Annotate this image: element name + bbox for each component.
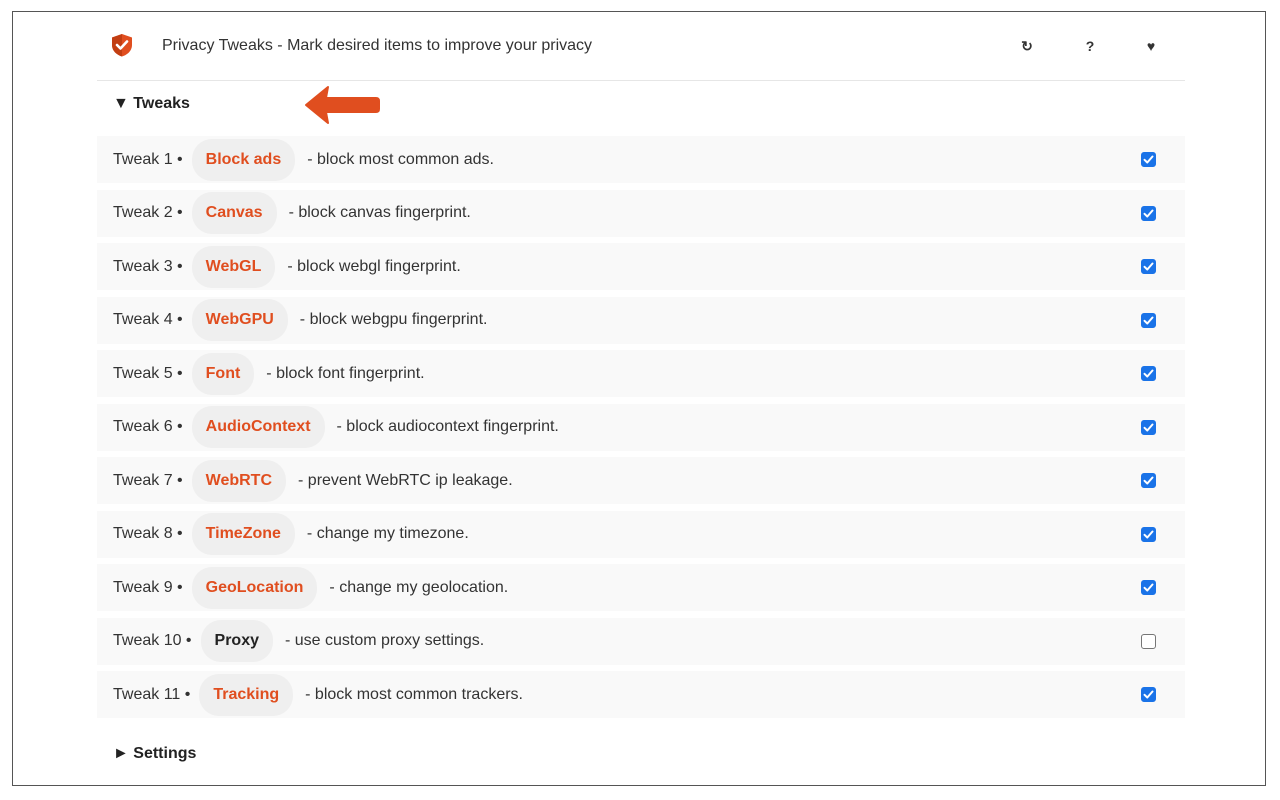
checkmark-icon	[1143, 262, 1154, 271]
help-icon[interactable]: ?	[1080, 36, 1100, 56]
tweak-number: Tweak 9 •	[113, 578, 183, 596]
reload-icon[interactable]: ↻	[1017, 36, 1037, 56]
checkmark-icon	[1143, 530, 1154, 538]
tweak-checkbox[interactable]	[1141, 526, 1156, 542]
tweak-name-button[interactable]: WebRTC	[191, 459, 287, 502]
tweak-name-button[interactable]: Tracking	[199, 673, 294, 716]
tweak-checkbox[interactable]	[1141, 633, 1156, 649]
tweak-row: Tweak 1 • Block ads - block most common ad…	[97, 136, 1185, 183]
checkmark-icon	[1143, 423, 1154, 431]
tweak-name-button[interactable]: TimeZone	[191, 513, 295, 555]
header: Privacy Tweaks - Mark desired items to i…	[97, 12, 1185, 81]
tweak-name-button[interactable]: WebGL	[191, 245, 276, 288]
checkmark-icon	[1143, 476, 1154, 485]
tweak-number: Tweak 2 •	[113, 204, 183, 221]
tweak-description: - block most common ads.	[307, 150, 494, 168]
tweak-number: Tweak 4 •	[113, 311, 183, 328]
tweak-number: Tweak 3 •	[113, 257, 183, 275]
arrow-left-icon	[305, 86, 380, 124]
tweak-checkbox[interactable]	[1141, 205, 1156, 221]
checkmark-icon	[1143, 316, 1154, 324]
tweak-checkbox[interactable]	[1141, 419, 1156, 435]
checkmark-icon	[1143, 690, 1154, 699]
tweak-row: Tweak 6 • AudioContext - block audiocontex…	[97, 403, 1185, 451]
main-container: Privacy Tweaks - Mark desired items to i…	[97, 12, 1185, 762]
tweak-row: Tweak 5 • Font - block font fingerprint.	[97, 350, 1185, 397]
tweak-description: - use custom proxy settings.	[285, 632, 485, 649]
checkmark-icon	[1143, 209, 1154, 217]
tweak-row: Tweak 3 • WebGL - block webgl fingerprint.	[97, 243, 1185, 290]
tweak-checkbox[interactable]	[1141, 366, 1156, 381]
tweak-description: - prevent WebRTC ip leakage.	[298, 471, 513, 489]
tweak-name-button[interactable]: AudioContext	[191, 406, 325, 448]
tweak-number: Tweak 11 •	[113, 685, 191, 703]
tweak-name-button[interactable]: Font	[191, 352, 255, 395]
tweak-row: Tweak 11 • Tracking - block most common tr…	[97, 671, 1185, 718]
heart-icon[interactable]: ♥	[1141, 36, 1161, 56]
tweak-row: Tweak 10 • Proxy - use custom proxy settin…	[97, 617, 1185, 665]
tweak-number: Tweak 8 •	[113, 525, 183, 542]
tweak-name-button[interactable]: Proxy	[200, 620, 273, 662]
tweak-description: - block webgl fingerprint.	[287, 257, 461, 275]
tweak-row: Tweak 9 • GeoLocation - change my geolocat…	[97, 564, 1185, 611]
shield-check-icon	[112, 34, 132, 57]
checkmark-icon	[1143, 583, 1154, 592]
app-frame: Privacy Tweaks - Mark desired items to i…	[12, 11, 1266, 786]
tweak-checkbox[interactable]	[1141, 152, 1156, 167]
tweak-checkbox[interactable]	[1141, 473, 1156, 488]
tweak-name-button[interactable]: GeoLocation	[191, 566, 318, 609]
tweak-checkbox[interactable]	[1141, 580, 1156, 595]
tweak-row: Tweak 4 • WebGPU - block webgpu fingerprin…	[97, 296, 1185, 344]
tweaks-section-toggle[interactable]: ▼ Tweaks	[113, 95, 190, 113]
tweak-checkbox[interactable]	[1141, 687, 1156, 702]
tweak-number: Tweak 5 •	[113, 364, 183, 382]
tweak-name-button[interactable]: Block ads	[191, 138, 296, 181]
tweak-description: - block most common trackers.	[305, 685, 523, 703]
tweak-checkbox[interactable]	[1141, 312, 1156, 328]
tweak-description: - block audiocontext fingerprint.	[336, 418, 559, 435]
tweak-description: - block webgpu fingerprint.	[299, 311, 488, 328]
tweak-name-button[interactable]: WebGPU	[191, 299, 288, 341]
tweaks-list: Tweak 1 • Block ads - block most common ad…	[97, 136, 1185, 725]
tweak-number: Tweak 1 •	[113, 150, 183, 168]
tweak-description: - change my geolocation.	[329, 578, 509, 596]
tweak-description: - change my timezone.	[306, 525, 469, 542]
tweak-description: - block font fingerprint.	[266, 364, 425, 382]
tweak-row: Tweak 2 • Canvas - block canvas fingerprin…	[97, 189, 1185, 237]
tweak-description: - block canvas fingerprint.	[288, 204, 471, 221]
tweak-number: Tweak 10 •	[113, 632, 192, 649]
tweak-checkbox[interactable]	[1141, 259, 1156, 274]
tweak-number: Tweak 7 •	[113, 471, 183, 489]
tweak-row: Tweak 8 • TimeZone - change my timezone.	[97, 510, 1185, 558]
checkmark-icon	[1143, 155, 1154, 164]
tweak-name-button[interactable]: Canvas	[191, 192, 277, 234]
page-title: Privacy Tweaks - Mark desired items to i…	[162, 37, 593, 54]
tweak-row: Tweak 7 • WebRTC - prevent WebRTC ip leaka…	[97, 457, 1185, 504]
tweak-number: Tweak 6 •	[113, 418, 183, 435]
settings-section-toggle[interactable]: ► Settings	[113, 745, 196, 763]
checkmark-icon	[1143, 369, 1154, 378]
